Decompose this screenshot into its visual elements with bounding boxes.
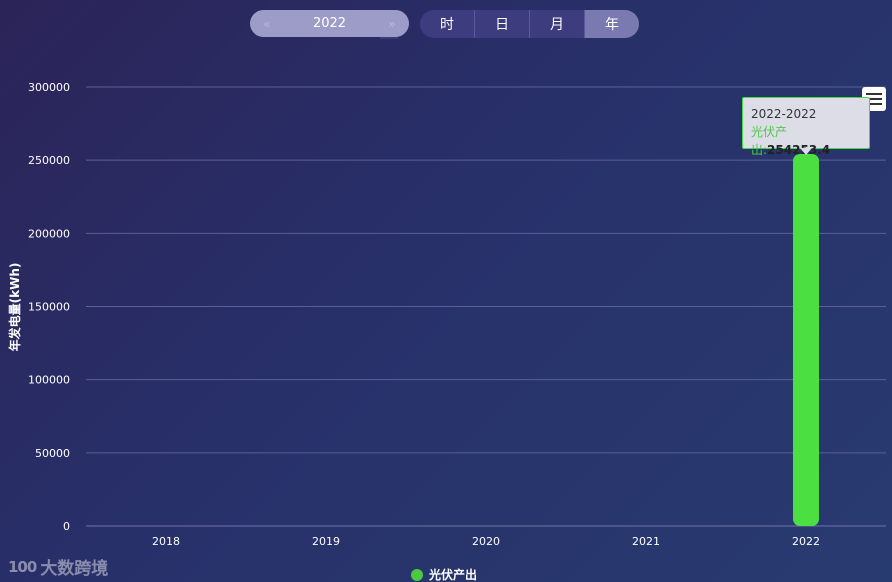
legend-marker <box>411 568 423 581</box>
y-tick-label: 150000 <box>28 301 70 314</box>
tooltip-title: 2022-2022 <box>751 107 817 121</box>
legend-label: 光伏产出 <box>429 568 478 582</box>
x-tick-label: 2021 <box>632 535 660 548</box>
y-tick-label: 300000 <box>28 81 70 94</box>
watermark-logo: 100 <box>8 557 37 576</box>
chart-tooltip: 2022-2022 光伏产出:254253.4 <box>742 97 870 157</box>
watermark-text: 大数跨境 <box>40 559 109 579</box>
bar-chart: 0 50000 100000 150000 200000 250000 300000 201… <box>7 81 886 548</box>
y-tick-label: 50000 <box>35 447 70 460</box>
tooltip-caret <box>800 148 812 155</box>
y-tick-label: 100000 <box>28 374 70 387</box>
y-tick-label: 0 <box>63 520 70 533</box>
x-tick-label: 2018 <box>152 535 180 548</box>
bar[interactable] <box>793 153 819 527</box>
y-tick-label: 250000 <box>28 154 70 167</box>
watermark: 100 大数跨境 <box>8 554 109 580</box>
tooltip-value: 254253.4 <box>767 143 831 157</box>
menu-icon <box>866 93 882 95</box>
y-tick-label: 200000 <box>28 227 70 240</box>
chart-legend[interactable]: 光伏产出 <box>411 566 477 582</box>
x-tick-label: 2020 <box>472 535 500 548</box>
y-axis-label: 年发电量(kWh) <box>7 263 22 352</box>
x-tick-label: 2022 <box>792 535 820 548</box>
x-tick-label: 2019 <box>312 535 340 548</box>
